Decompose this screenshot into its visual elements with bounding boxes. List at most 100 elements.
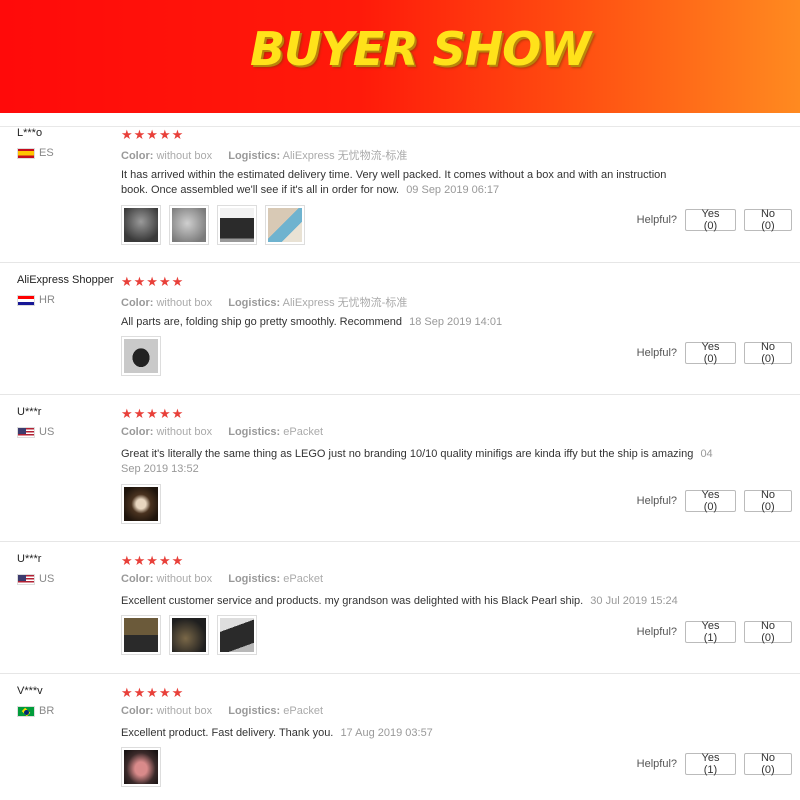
review-photos xyxy=(121,205,305,245)
flag-us-icon xyxy=(17,426,35,438)
color-label: Color: xyxy=(121,705,154,717)
review-photo[interactable] xyxy=(121,484,161,524)
helpful-label: Helpful? xyxy=(636,214,677,226)
logistics-value: AliExpress 无忧物流-标准 xyxy=(282,297,408,309)
review-item: L***o ES ★★★★★ Color: without box Logist… xyxy=(0,127,800,263)
review-text: It has arrived within the estimated deli… xyxy=(121,168,696,198)
banner-title: BUYER SHOW xyxy=(249,22,591,76)
reviewer-name: AliExpress Shopper xyxy=(17,274,114,286)
review-photo[interactable] xyxy=(121,615,161,655)
logistics-label: Logistics: xyxy=(228,705,281,717)
helpful-label: Helpful? xyxy=(636,347,677,359)
reviewer-country: HR xyxy=(17,294,55,306)
helpful-controls: Helpful? Yes (0) No (0) xyxy=(636,208,792,232)
logistics-label: Logistics: xyxy=(228,297,281,309)
logistics-label: Logistics: xyxy=(228,573,281,585)
review-meta: Color: without box Logistics: AliExpress… xyxy=(121,147,407,163)
helpful-controls: Helpful? Yes (1) No (0) xyxy=(637,752,792,776)
color-value: without box xyxy=(156,426,213,438)
country-code: HR xyxy=(39,294,55,306)
review-body: Excellent customer service and products.… xyxy=(121,595,584,607)
review-text: Excellent product. Fast delivery. Thank … xyxy=(121,726,721,741)
reviewer-name: U***r xyxy=(17,553,42,565)
review-body: It has arrived within the estimated deli… xyxy=(121,169,667,196)
helpful-no-button[interactable]: No (0) xyxy=(744,620,792,644)
review-body: All parts are, folding ship go pretty sm… xyxy=(121,316,403,328)
review-date: 18 Sep 2019 14:01 xyxy=(409,316,503,328)
review-meta: Color: without box Logistics: ePacket xyxy=(121,426,323,438)
review-item: AliExpress Shopper HR ★★★★★ Color: witho… xyxy=(0,274,800,395)
logistics-value: ePacket xyxy=(283,426,323,438)
helpful-no-button[interactable]: No (0) xyxy=(744,752,792,776)
helpful-no-button[interactable]: No (0) xyxy=(744,208,792,232)
banner-divider xyxy=(0,113,800,127)
logistics-value: AliExpress 无忧物流-标准 xyxy=(282,150,408,162)
review-date: 30 Jul 2019 15:24 xyxy=(590,595,678,607)
review-body: Great it's literally the same thing as L… xyxy=(121,448,694,460)
review-photo[interactable] xyxy=(265,205,305,245)
color-value: without box xyxy=(156,150,213,162)
review-photos xyxy=(121,615,257,655)
review-photos xyxy=(121,484,161,524)
flag-us-icon xyxy=(17,573,35,585)
helpful-no-button[interactable]: No (0) xyxy=(744,341,792,365)
color-value: without box xyxy=(156,573,213,585)
review-meta: Color: without box Logistics: ePacket xyxy=(121,705,323,717)
review-photo[interactable] xyxy=(121,205,161,245)
rating-stars: ★★★★★ xyxy=(121,127,185,142)
review-meta: Color: without box Logistics: ePacket xyxy=(121,573,323,585)
review-photo[interactable] xyxy=(169,205,209,245)
color-label: Color: xyxy=(121,426,154,438)
review-meta: Color: without box Logistics: AliExpress… xyxy=(121,294,407,310)
color-label: Color: xyxy=(121,297,154,309)
review-photo[interactable] xyxy=(217,205,257,245)
helpful-controls: Helpful? Yes (0) No (0) xyxy=(636,341,792,365)
review-photo[interactable] xyxy=(121,336,161,376)
rating-stars: ★★★★★ xyxy=(121,274,185,289)
color-value: without box xyxy=(156,297,213,309)
reviewer-name: U***r xyxy=(17,406,42,418)
review-item: V***v BR ★★★★★ Color: without box Logist… xyxy=(0,685,800,800)
helpful-yes-button[interactable]: Yes (1) xyxy=(685,752,736,776)
logistics-label: Logistics: xyxy=(228,150,281,162)
helpful-label: Helpful? xyxy=(636,626,677,638)
review-date: 09 Sep 2019 06:17 xyxy=(406,184,500,196)
helpful-controls: Helpful? Yes (0) No (0) xyxy=(636,489,792,513)
color-label: Color: xyxy=(121,150,154,162)
review-text: Great it's literally the same thing as L… xyxy=(121,447,731,477)
review-text: All parts are, folding ship go pretty sm… xyxy=(121,315,721,330)
country-code: BR xyxy=(39,705,55,717)
rating-stars: ★★★★★ xyxy=(121,553,185,568)
country-code: US xyxy=(39,573,55,585)
review-item: U***r US ★★★★★ Color: without box Logist… xyxy=(0,553,800,674)
rating-stars: ★★★★★ xyxy=(121,685,185,700)
review-photo[interactable] xyxy=(217,615,257,655)
reviewer-name: L***o xyxy=(17,127,43,139)
buyer-show-banner: BUYER SHOW xyxy=(0,0,800,113)
review-photo[interactable] xyxy=(121,747,161,787)
logistics-value: ePacket xyxy=(283,573,323,585)
review-photo[interactable] xyxy=(169,615,209,655)
helpful-yes-button[interactable]: Yes (0) xyxy=(685,341,736,365)
logistics-value: ePacket xyxy=(283,705,323,717)
helpful-no-button[interactable]: No (0) xyxy=(744,489,792,513)
helpful-label: Helpful? xyxy=(636,495,677,507)
review-item: U***r US ★★★★★ Color: without box Logist… xyxy=(0,406,800,542)
helpful-yes-button[interactable]: Yes (0) xyxy=(685,208,736,232)
helpful-yes-button[interactable]: Yes (1) xyxy=(685,620,736,644)
reviewer-country: US xyxy=(17,573,54,585)
country-code: US xyxy=(39,426,55,438)
color-label: Color: xyxy=(121,573,154,585)
reviewer-name: V***v xyxy=(17,685,43,697)
rating-stars: ★★★★★ xyxy=(121,406,185,421)
review-date: 17 Aug 2019 03:57 xyxy=(340,727,433,739)
flag-hr-icon xyxy=(17,294,35,306)
reviewer-country: US xyxy=(17,426,54,438)
helpful-yes-button[interactable]: Yes (0) xyxy=(685,489,736,513)
flag-br-icon xyxy=(17,705,35,717)
flag-es-icon xyxy=(17,147,35,159)
reviewer-country: ES xyxy=(17,147,54,159)
review-photos xyxy=(121,747,161,787)
review-body: Excellent product. Fast delivery. Thank … xyxy=(121,727,334,739)
review-text: Excellent customer service and products.… xyxy=(121,594,721,609)
